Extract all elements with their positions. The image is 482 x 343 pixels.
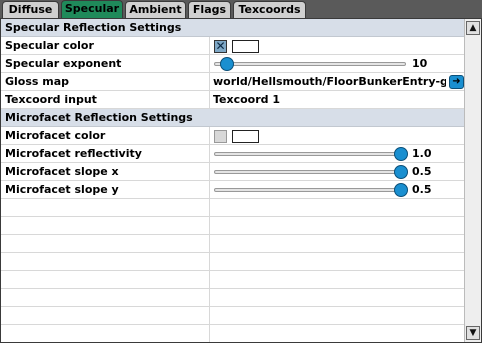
property-label: Microfacet slope y <box>5 183 119 196</box>
column-divider <box>209 271 210 289</box>
microfacet-slope-x-value: 0.5 <box>412 165 432 178</box>
specular-exponent-value: 10 <box>412 57 428 70</box>
microfacet-slope-y-slider-handle[interactable] <box>394 183 408 197</box>
property-label: Specular exponent <box>5 57 122 70</box>
section-header-microfacet: Microfacet Reflection Settings <box>1 109 464 127</box>
column-divider <box>209 325 210 342</box>
tab-texcoords[interactable]: Texcoords <box>233 1 306 18</box>
up-arrow-icon: ▲ <box>469 23 477 33</box>
empty-row <box>1 199 464 217</box>
down-arrow-icon: ▼ <box>469 328 477 338</box>
empty-row <box>1 271 464 289</box>
row-microfacet-color: Microfacet color <box>1 127 464 145</box>
empty-row <box>1 253 464 271</box>
texcoord-input-value[interactable]: Texcoord 1 <box>213 91 280 109</box>
specular-exponent-slider[interactable] <box>214 62 406 66</box>
microfacet-reflectivity-slider-handle[interactable] <box>394 147 408 161</box>
microfacet-slope-x-slider[interactable] <box>214 170 404 174</box>
row-specular-color: Specular color ✕ <box>1 37 464 55</box>
property-label: Texcoord input <box>5 93 97 106</box>
microfacet-slope-y-slider[interactable] <box>214 188 404 192</box>
tab-ambient[interactable]: Ambient <box>125 1 186 18</box>
property-label: Microfacet reflectivity <box>5 147 142 160</box>
microfacet-slope-y-value: 0.5 <box>412 183 432 196</box>
microfacet-slope-x-slider-handle[interactable] <box>394 165 408 179</box>
row-gloss-map: Gloss map world/Hellsmouth/FloorBunkerEn… <box>1 73 464 91</box>
arrow-right-icon: ➜ <box>452 76 461 87</box>
section-title: Specular Reflection Settings <box>5 21 182 34</box>
column-divider <box>209 163 210 181</box>
column-divider <box>209 73 210 91</box>
scroll-down-button[interactable]: ▼ <box>466 326 480 340</box>
check-x-icon: ✕ <box>215 39 226 53</box>
row-microfacet-slope-x: Microfacet slope x 0.5 <box>1 163 464 181</box>
column-divider <box>209 55 210 73</box>
vertical-scrollbar[interactable]: ▲ ▼ <box>464 19 481 342</box>
tab-diffuse[interactable]: Diffuse <box>2 1 59 18</box>
property-label: Specular color <box>5 39 94 52</box>
property-label: Microfacet color <box>5 129 106 142</box>
tab-bar: Diffuse Specular Ambient Flags Texcoords <box>0 0 482 18</box>
empty-row <box>1 325 464 342</box>
row-texcoord-input: Texcoord input Texcoord 1 <box>1 91 464 109</box>
microfacet-color-swatch[interactable] <box>232 130 259 143</box>
specular-color-checkbox[interactable]: ✕ <box>214 39 227 53</box>
row-microfacet-reflectivity: Microfacet reflectivity 1.0 <box>1 145 464 163</box>
empty-row <box>1 235 464 253</box>
column-divider <box>209 37 210 55</box>
property-label: Microfacet slope x <box>5 165 119 178</box>
row-microfacet-slope-y: Microfacet slope y 0.5 <box>1 181 464 199</box>
gloss-map-browse-button[interactable]: ➜ <box>449 75 464 89</box>
column-divider <box>209 289 210 307</box>
section-title: Microfacet Reflection Settings <box>5 111 193 124</box>
microfacet-reflectivity-value: 1.0 <box>412 147 432 160</box>
property-panel: Specular Reflection Settings Specular co… <box>0 18 482 343</box>
column-divider <box>209 91 210 109</box>
scroll-up-button[interactable]: ▲ <box>466 21 480 35</box>
empty-row <box>1 307 464 325</box>
gloss-map-value[interactable]: world/Hellsmouth/FloorBunkerEntry-glos <box>213 73 446 91</box>
column-divider <box>209 199 210 217</box>
column-divider <box>209 127 210 145</box>
section-header-specular: Specular Reflection Settings <box>1 19 464 37</box>
column-divider <box>209 235 210 253</box>
column-divider <box>209 217 210 235</box>
tab-specular[interactable]: Specular <box>61 0 123 18</box>
specular-color-swatch[interactable] <box>232 40 259 53</box>
empty-row <box>1 217 464 235</box>
column-divider <box>209 253 210 271</box>
empty-row <box>1 289 464 307</box>
tab-flags[interactable]: Flags <box>188 1 231 18</box>
property-label: Gloss map <box>5 75 70 88</box>
microfacet-reflectivity-slider[interactable] <box>214 152 404 156</box>
column-divider <box>209 181 210 199</box>
row-specular-exponent: Specular exponent 10 <box>1 55 464 73</box>
microfacet-color-checkbox[interactable] <box>214 130 227 143</box>
column-divider <box>209 145 210 163</box>
column-divider <box>209 307 210 325</box>
specular-exponent-slider-handle[interactable] <box>220 57 234 71</box>
